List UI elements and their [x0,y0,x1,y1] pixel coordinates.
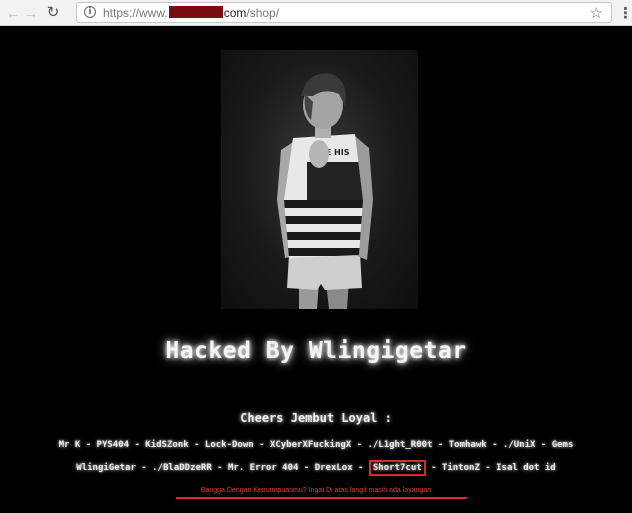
redacted-domain [168,6,223,18]
red-underline [176,497,467,499]
info-icon[interactable]: i [84,6,96,18]
address-bar[interactable]: i https://www. com/shop/ ☆ [76,2,612,23]
back-arrow-icon[interactable]: ← [4,4,22,22]
star-icon[interactable]: ☆ [590,4,603,22]
cheers-heading: Cheers Jembut Loyal : [240,411,392,425]
forward-arrow-icon[interactable]: → [22,4,40,22]
browser-toolbar: ← → ↻ i https://www. com/shop/ ☆ ⋮ [0,0,632,26]
url-path: /shop/ [246,6,280,20]
defacer-photo: DRE HIS [221,50,418,309]
kebab-menu-icon[interactable]: ⋮ [618,4,632,22]
page-title: Hacked By Wlingigetar [165,338,467,364]
greetings-line-2-end: - TintonZ - Isal dot id [425,463,556,473]
highlighted-name: Short7cut [368,460,426,476]
reload-icon[interactable]: ↻ [44,4,62,22]
greetings-line-2-start: WlingiGetar - ./BlaDDzeRR - Mr. Error 40… [76,463,369,473]
greetings-line-2: WlingiGetar - ./BlaDDzeRR - Mr. Error 40… [0,460,632,476]
url-text: https://www. com/shop/ [103,5,279,21]
url-prefix: https://www. [103,6,168,20]
red-message: Bangga Dengan Kemampuanmu? Ingat Di atas… [200,487,432,494]
greetings-line-1: Mr K - PYS404 - KidSZonk - Lock-Down - X… [58,440,574,450]
url-domain: com [223,6,247,20]
